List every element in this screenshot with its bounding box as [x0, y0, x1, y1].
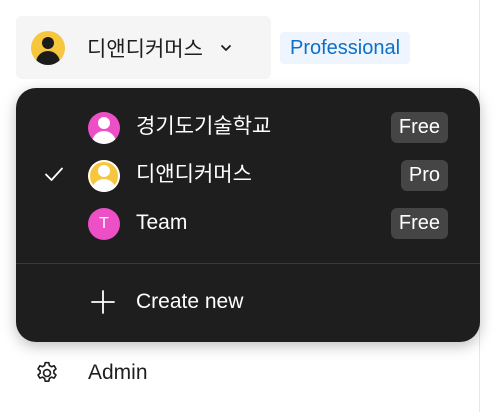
plan-badge: Professional	[280, 32, 411, 64]
user-avatar-icon	[88, 112, 120, 144]
team-letter-avatar: T	[88, 208, 120, 240]
menu-divider	[16, 263, 480, 264]
team-menu-item-selected[interactable]: 디앤디커머스 Pro	[16, 152, 480, 200]
team-menu-item[interactable]: 경기도기술학교 Free	[16, 104, 480, 152]
current-team-name: 디앤디커머스	[87, 37, 203, 61]
team-switcher-button[interactable]: 디앤디커머스	[16, 16, 271, 79]
chevron-down-icon	[219, 41, 233, 55]
user-avatar-icon	[31, 30, 65, 65]
plus-icon	[90, 289, 116, 315]
create-new-label: Create new	[136, 290, 244, 313]
checkmark-icon	[42, 162, 66, 186]
user-avatar-icon	[88, 160, 120, 192]
team-dropdown-menu: 경기도기술학교 Free 디앤디커머스 Pro T Team Free Crea…	[16, 88, 480, 342]
admin-label: Admin	[88, 361, 148, 384]
team-plan-badge: Free	[390, 112, 448, 143]
team-name: Team	[136, 211, 188, 234]
gear-icon	[34, 360, 60, 386]
create-new-team-button[interactable]: Create new	[16, 278, 480, 326]
team-name: 경기도기술학교	[136, 115, 272, 138]
admin-menu-item[interactable]: Admin	[0, 352, 300, 392]
team-menu-item[interactable]: T Team Free	[16, 200, 480, 248]
team-name: 디앤디커머스	[136, 163, 252, 186]
team-plan-badge: Free	[390, 208, 448, 239]
team-plan-badge: Pro	[400, 160, 448, 191]
